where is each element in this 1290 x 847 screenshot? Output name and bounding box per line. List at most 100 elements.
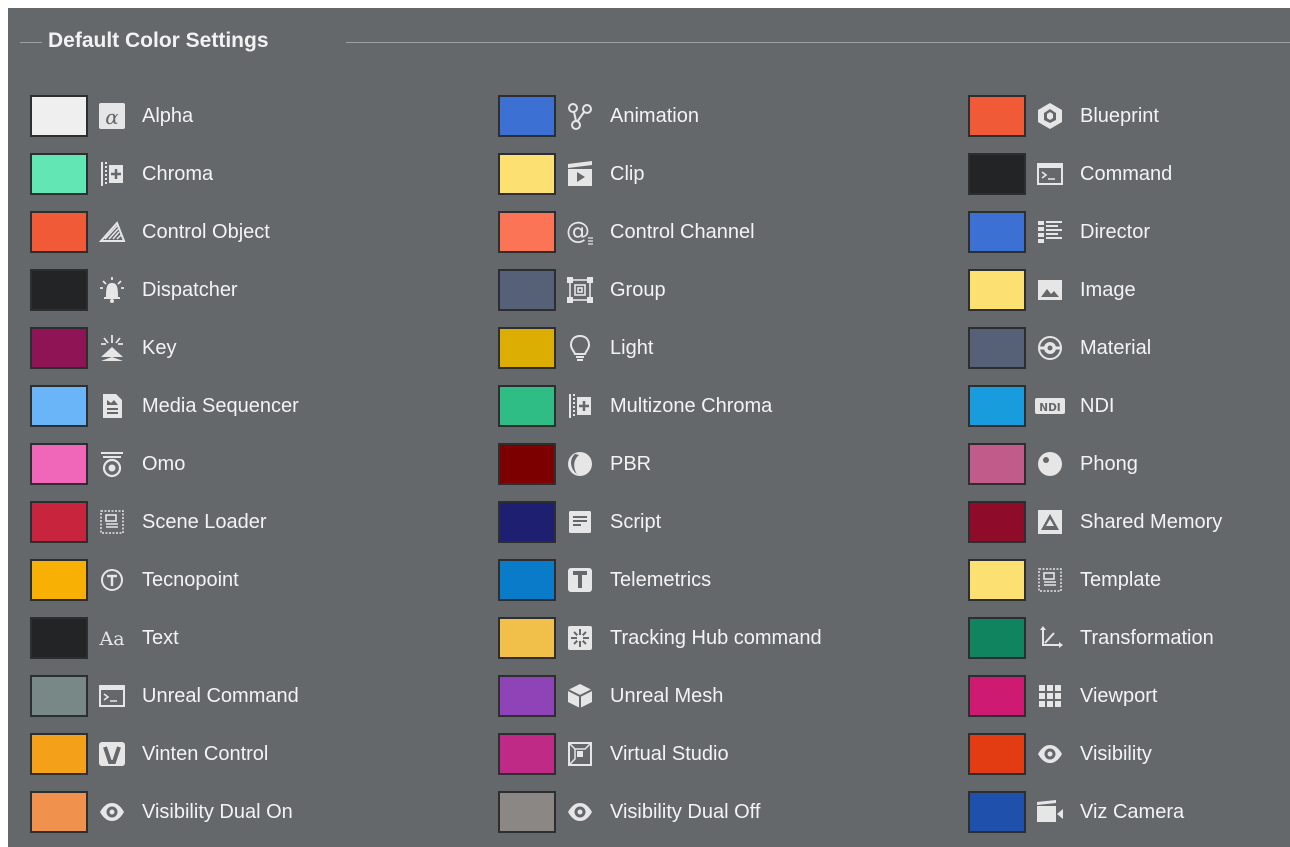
color-swatch-text[interactable] [30,617,88,659]
color-swatch-ndi[interactable] [968,385,1026,427]
color-swatch-viewport[interactable] [968,675,1026,717]
chroma-icon [96,158,128,190]
control-object-icon [96,216,128,248]
color-setting-script: Script [498,499,968,545]
viz-camera-icon [1034,796,1066,828]
color-swatch-virtual-studio[interactable] [498,733,556,775]
header-divider-right [346,42,1290,43]
color-setting-director: Director [968,209,1290,255]
color-swatch-group[interactable] [498,269,556,311]
color-setting-label: Material [1080,336,1152,359]
color-setting-pbr: PBR [498,441,968,487]
color-swatch-control-channel[interactable] [498,211,556,253]
light-icon [564,332,596,364]
script-icon [564,506,596,538]
virtual-studio-icon [564,738,596,770]
color-setting-dispatcher: Dispatcher [30,267,498,313]
color-setting-vinten-control: Vinten Control [30,731,498,777]
color-swatch-visibility-dual-off[interactable] [498,791,556,833]
color-setting-telemetrics: Telemetrics [498,557,968,603]
color-setting-label: Transformation [1080,626,1214,649]
color-swatch-tracking-hub-command[interactable] [498,617,556,659]
color-setting-command: Command [968,151,1290,197]
color-swatch-media-sequencer[interactable] [30,385,88,427]
color-setting-label: Phong [1080,452,1138,475]
text-icon: Aa [96,622,128,654]
section-title: Default Color Settings [48,29,269,52]
color-swatch-command[interactable] [968,153,1026,195]
color-setting-virtual-studio: Virtual Studio [498,731,968,777]
color-settings-grid: α Alpha Animation Blueprint Chroma Clip Comman… [30,93,1290,847]
color-setting-label: Visibility Dual Off [610,800,761,823]
color-swatch-telemetrics[interactable] [498,559,556,601]
color-setting-shared-memory: Shared Memory [968,499,1290,545]
color-swatch-multizone-chroma[interactable] [498,385,556,427]
color-swatch-tecnopoint[interactable] [30,559,88,601]
color-swatch-visibility-dual-on[interactable] [30,791,88,833]
dispatcher-icon [96,274,128,306]
visibility-icon [96,796,128,828]
director-icon [1034,216,1066,248]
color-swatch-light[interactable] [498,327,556,369]
color-setting-label: Control Object [142,220,270,243]
color-setting-label: Dispatcher [142,278,238,301]
color-swatch-pbr[interactable] [498,443,556,485]
color-setting-label: Media Sequencer [142,394,299,417]
svg-text:Aa: Aa [98,628,124,650]
telemetrics-icon [564,564,596,596]
color-setting-label: Animation [610,104,699,127]
pbr-icon [564,448,596,480]
color-setting-label: Scene Loader [142,510,267,533]
color-setting-template: Template [968,557,1290,603]
transformation-icon [1034,622,1066,654]
color-swatch-material[interactable] [968,327,1026,369]
color-swatch-template[interactable] [968,559,1026,601]
color-swatch-script[interactable] [498,501,556,543]
animation-icon [564,100,596,132]
color-swatch-control-object[interactable] [30,211,88,253]
color-swatch-shared-memory[interactable] [968,501,1026,543]
color-setting-label: Multizone Chroma [610,394,773,417]
color-setting-viz-camera: Viz Camera [968,789,1290,835]
color-setting-tecnopoint: Tecnopoint [30,557,498,603]
color-swatch-key[interactable] [30,327,88,369]
color-swatch-unreal-command[interactable] [30,675,88,717]
color-swatch-vinten-control[interactable] [30,733,88,775]
color-setting-label: Clip [610,162,645,185]
color-setting-control-object: Control Object [30,209,498,255]
color-setting-label: Group [610,278,666,301]
color-swatch-image[interactable] [968,269,1026,311]
color-swatch-phong[interactable] [968,443,1026,485]
color-swatch-animation[interactable] [498,95,556,137]
color-setting-media-sequencer: Media Sequencer [30,383,498,429]
color-setting-label: Visibility [1080,742,1152,765]
color-swatch-chroma[interactable] [30,153,88,195]
alpha-icon: α [96,100,128,132]
color-swatch-unreal-mesh[interactable] [498,675,556,717]
group-icon [564,274,596,306]
color-swatch-clip[interactable] [498,153,556,195]
color-swatch-scene-loader[interactable] [30,501,88,543]
color-setting-image: Image [968,267,1290,313]
material-icon [1034,332,1066,364]
color-swatch-dispatcher[interactable] [30,269,88,311]
color-setting-label: Template [1080,568,1162,591]
color-setting-label: Text [142,626,179,649]
unreal-command-icon [96,680,128,712]
color-setting-ndi: NDI NDI [968,383,1290,429]
color-setting-group: Group [498,267,968,313]
color-setting-label: Tecnopoint [142,568,239,591]
color-setting-label: Image [1080,278,1136,301]
color-setting-material: Material [968,325,1290,371]
color-swatch-alpha[interactable] [30,95,88,137]
blueprint-icon [1034,100,1066,132]
color-setting-transformation: Transformation [968,615,1290,661]
color-swatch-visibility[interactable] [968,733,1026,775]
clip-icon [564,158,596,190]
color-swatch-viz-camera[interactable] [968,791,1026,833]
color-setting-label: Omo [142,452,186,475]
color-swatch-transformation[interactable] [968,617,1026,659]
color-swatch-omo[interactable] [30,443,88,485]
color-swatch-director[interactable] [968,211,1026,253]
color-swatch-blueprint[interactable] [968,95,1026,137]
